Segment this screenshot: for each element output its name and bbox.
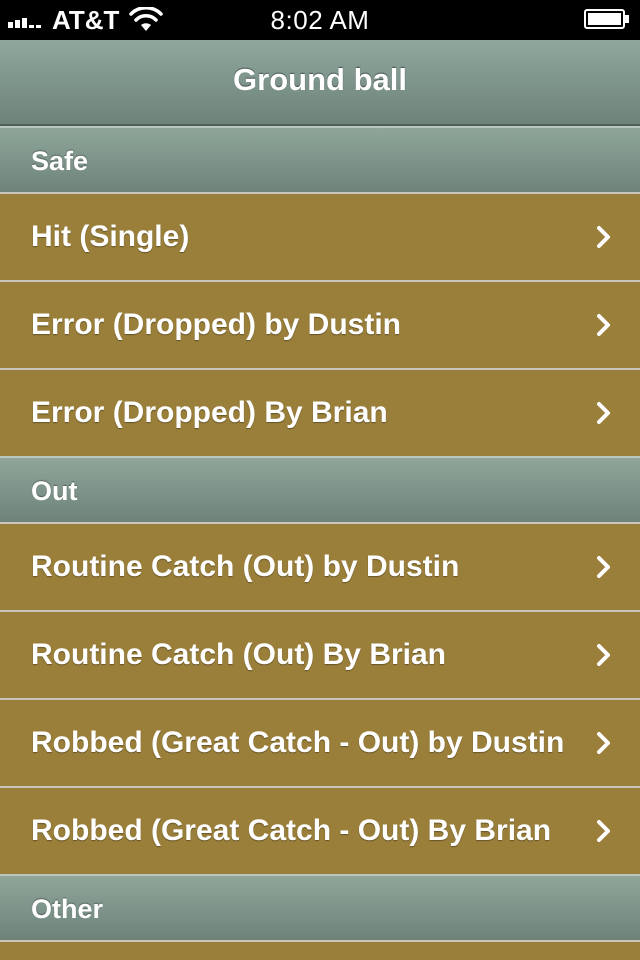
section-label: Other bbox=[31, 894, 104, 924]
chevron-right-icon bbox=[597, 314, 610, 336]
list-item-label: Routine Catch (Out) By Brian bbox=[31, 638, 447, 671]
clock: 8:02 AM bbox=[270, 5, 370, 35]
list-item-error-dropped-dustin[interactable]: Error (Dropped) by Dustin bbox=[0, 280, 640, 368]
section-label: Safe bbox=[31, 146, 89, 176]
list-item-label: Error (Dropped) by Dustin bbox=[31, 308, 402, 341]
list-item-routine-catch-dustin[interactable]: Routine Catch (Out) by Dustin bbox=[0, 522, 640, 610]
section-label: Out bbox=[31, 476, 78, 506]
list-item-robbed-dustin[interactable]: Robbed (Great Catch - Out) by Dustin bbox=[0, 698, 640, 786]
list-item-label: Robbed (Great Catch - Out) By Brian bbox=[31, 814, 552, 847]
chevron-right-icon bbox=[597, 402, 610, 424]
chevron-right-icon bbox=[597, 556, 610, 578]
battery-icon bbox=[584, 9, 629, 29]
list-item-routine-catch-brian[interactable]: Routine Catch (Out) By Brian bbox=[0, 610, 640, 698]
chevron-right-icon bbox=[597, 820, 610, 842]
chevron-right-icon bbox=[597, 732, 610, 754]
status-bar: AT&T 8:02 AM bbox=[0, 0, 640, 40]
list-item-robbed-brian[interactable]: Robbed (Great Catch - Out) By Brian bbox=[0, 786, 640, 874]
play-outcome-list: Safe Hit (Single) Error (Dropped) by Dus… bbox=[0, 126, 640, 960]
navigation-bar: Ground ball bbox=[0, 40, 640, 126]
page-title: Ground ball bbox=[233, 62, 407, 97]
chevron-right-icon bbox=[597, 644, 610, 666]
list-item-label: Robbed (Great Catch - Out) by Dustin bbox=[31, 726, 565, 759]
list-item-partial[interactable] bbox=[0, 940, 640, 960]
list-item-label: Error (Dropped) By Brian bbox=[31, 396, 388, 429]
list-item-hit-single[interactable]: Hit (Single) bbox=[0, 192, 640, 280]
section-header-safe: Safe bbox=[0, 126, 640, 192]
screen: AT&T 8:02 AM Ground ball Safe Hit (Singl… bbox=[0, 0, 640, 960]
list-item-label: Hit (Single) bbox=[31, 220, 190, 253]
chevron-right-icon bbox=[597, 226, 610, 248]
list-item-error-dropped-brian[interactable]: Error (Dropped) By Brian bbox=[0, 368, 640, 456]
section-header-out: Out bbox=[0, 456, 640, 522]
list-item-label: Routine Catch (Out) by Dustin bbox=[31, 550, 460, 583]
section-header-other: Other bbox=[0, 874, 640, 940]
